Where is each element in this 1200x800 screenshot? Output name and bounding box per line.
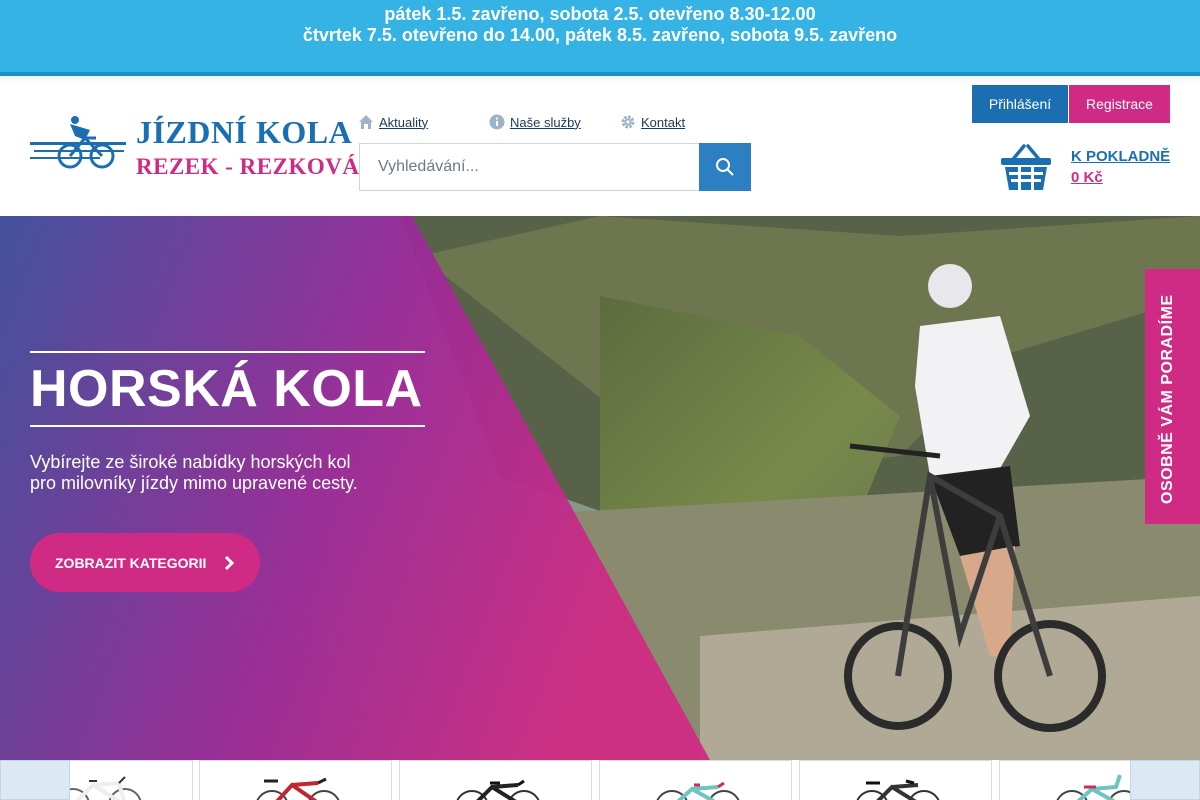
hero-title-rule-bottom (30, 425, 425, 427)
cart-widget[interactable]: K POKLADNĚ 0 Kč (1000, 144, 1170, 194)
personal-advice-tab[interactable]: OSOBNĚ VÁM PORADÍME (1145, 269, 1200, 524)
hero-content: HORSKÁ KOLA Vybírejte ze široké nabídky … (30, 351, 430, 494)
search-icon (716, 158, 734, 176)
hero-banner: HORSKÁ KOLA Vybírejte ze široké nabídky … (0, 216, 1200, 760)
site-header: JÍZDNÍ KOLA REZEK - REZKOVÁ Aktuality Na… (0, 84, 1200, 216)
hero-subtitle-line-2: pro milovníky jízdy mimo upravené cesty. (30, 473, 358, 493)
announcement-bar: pátek 1.5. zavřeno, sobota 2.5. otevřeno… (0, 0, 1200, 72)
checkout-link[interactable]: K POKLADNĚ (1071, 148, 1170, 165)
chevron-right-icon (225, 555, 235, 570)
product-card[interactable] (399, 760, 592, 800)
nav-item-aktuality[interactable]: Aktuality (358, 114, 489, 130)
bike-dark-image (856, 779, 940, 800)
site-logo[interactable]: JÍZDNÍ KOLA REZEK - REZKOVÁ (30, 112, 359, 182)
search-input[interactable] (359, 143, 699, 191)
product-card[interactable] (599, 760, 792, 800)
logo-title: JÍZDNÍ KOLA (136, 114, 353, 150)
nav-link-kontakt[interactable]: Kontakt (641, 115, 685, 130)
info-icon (489, 114, 505, 130)
bike-red-image (256, 777, 340, 800)
carousel-next-button[interactable] (1130, 760, 1200, 800)
bike-black-image (456, 779, 540, 800)
register-button[interactable]: Registrace (1069, 85, 1170, 123)
carousel-prev-button[interactable] (0, 760, 70, 800)
bike-teal-image (656, 781, 740, 800)
nav-link-aktuality[interactable]: Aktuality (379, 115, 428, 130)
search-button[interactable] (699, 143, 751, 191)
gear-icon (621, 115, 635, 129)
top-navigation: Aktuality Naše služby Kontakt (358, 114, 685, 130)
hero-title: HORSKÁ KOLA (30, 360, 423, 418)
cart-total[interactable]: 0 Kč (1071, 169, 1103, 186)
announcement-line-2: čtvrtek 7.5. otevřeno do 14.00, pátek 8.… (302, 25, 898, 45)
hero-subtitle: Vybírejte ze široké nabídky horských kol… (30, 452, 430, 494)
search-bar (359, 143, 751, 191)
nav-link-sluzby[interactable]: Naše služby (510, 115, 581, 130)
show-category-button[interactable]: ZOBRAZIT KATEGORII (30, 533, 260, 592)
basket-icon (1001, 144, 1051, 190)
product-card[interactable] (799, 760, 992, 800)
nav-item-kontakt[interactable]: Kontakt (620, 114, 685, 130)
hero-subtitle-line-1: Vybírejte ze široké nabídky horských kol (30, 452, 351, 472)
login-button[interactable]: Přihlášení (972, 85, 1068, 123)
nav-item-sluzby[interactable]: Naše služby (489, 114, 620, 130)
header-shadow (0, 76, 1200, 84)
product-card[interactable] (199, 760, 392, 800)
home-icon (359, 115, 373, 129)
show-category-label: ZOBRAZIT KATEGORII (55, 554, 207, 571)
personal-advice-label: OSOBNĚ VÁM PORADÍME (1159, 294, 1176, 504)
product-carousel (0, 760, 1200, 800)
cyclist-logo-icon (30, 116, 126, 169)
logo-subtitle: REZEK - REZKOVÁ (136, 154, 360, 179)
announcement-line-1: pátek 1.5. zavřeno, sobota 2.5. otevřeno… (384, 4, 816, 24)
